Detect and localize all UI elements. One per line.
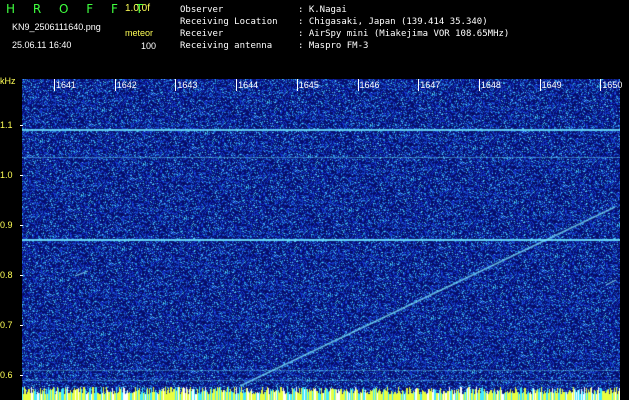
- header-field-location-label: Receiving Location: [180, 17, 278, 27]
- x-tick-mark: [296, 79, 298, 91]
- x-tick-mark: [539, 79, 541, 91]
- header-field-receiver-value: : AirSpy mini (Miakejima VOR 108.65MHz): [298, 29, 510, 39]
- header-field-observer-label: Observer: [180, 5, 224, 15]
- x-tick-label: 1642: [116, 80, 137, 90]
- x-tick-label: 1644: [238, 80, 259, 90]
- version-label: 1.0.0f: [125, 3, 151, 14]
- x-tick-mark: [236, 79, 238, 91]
- x-tick-label: 1650: [602, 80, 623, 90]
- x-tick-mark: [175, 79, 177, 91]
- header-field-observer-value: : K.Nagai: [298, 5, 347, 15]
- x-tick-label: 1648: [480, 80, 501, 90]
- x-tick-mark: [418, 79, 420, 91]
- y-tick-label: 1.0: [0, 170, 13, 180]
- header-field-receiver-label: Receiver: [180, 29, 224, 39]
- file-name: KN9_2506111640.png: [12, 22, 101, 32]
- y-tick-mark: [20, 375, 23, 376]
- header-field-antenna-value: : Maspro FM-3: [298, 41, 369, 51]
- y-tick-label: 0.6: [0, 370, 13, 380]
- y-axis-unit: kHz: [0, 76, 16, 86]
- y-tick-mark: [20, 325, 23, 326]
- y-tick-label: 1.1: [0, 120, 13, 130]
- x-tick-label: 1647: [420, 80, 441, 90]
- y-tick-mark: [20, 275, 23, 276]
- x-tick-label: 1641: [56, 80, 77, 90]
- count-label: 100: [141, 41, 157, 51]
- header-field-location-value: : Chigasaki, Japan (139.414 35.340): [298, 17, 488, 27]
- x-tick-label: 1643: [177, 80, 198, 90]
- x-tick-mark: [114, 79, 116, 91]
- x-tick-label: 1649: [541, 80, 562, 90]
- x-tick-mark: [357, 79, 359, 91]
- header-field-antenna-label: Receiving antenna: [180, 41, 273, 51]
- x-tick-label: 1646: [359, 80, 380, 90]
- mode-label: meteor: [125, 28, 154, 38]
- timestamp: 25.06.11 16:40: [12, 40, 72, 50]
- y-tick-label: 0.8: [0, 270, 13, 280]
- x-tick-mark: [600, 79, 602, 91]
- x-tick-mark: [478, 79, 480, 91]
- y-tick-mark: [20, 225, 23, 226]
- y-tick-mark: [20, 175, 23, 176]
- y-tick-mark: [20, 125, 23, 126]
- y-tick-label: 0.7: [0, 320, 13, 330]
- spectrogram-canvas: [22, 79, 620, 400]
- y-tick-label: 0.9: [0, 220, 13, 230]
- x-tick-label: 1645: [298, 80, 319, 90]
- x-tick-mark: [54, 79, 55, 91]
